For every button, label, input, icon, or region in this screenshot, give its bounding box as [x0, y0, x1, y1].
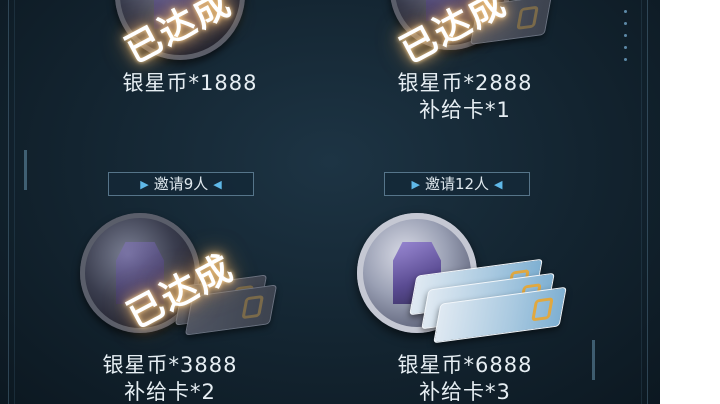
arrow-left-icon: ◀ [494, 178, 503, 191]
dot-decoration [624, 10, 628, 70]
reward-text-line-2: 补给卡*2 [124, 380, 216, 404]
reward-text-line-2: 补给卡*1 [419, 98, 511, 122]
reward-text-line-1: 银星币*6888 [397, 353, 533, 377]
requirement-text: 邀请12人 [424, 175, 490, 193]
arrow-right-icon: ▶ [140, 178, 149, 191]
left-side-decoration [24, 150, 27, 190]
reward-text-line-2: 补给卡*3 [419, 380, 511, 404]
arrow-right-icon: ▶ [411, 178, 420, 191]
requirement-text: 邀请9人 [153, 175, 209, 193]
requirement-tag: ▶ 邀请12人 ◀ [384, 172, 530, 196]
arrow-left-icon: ◀ [213, 178, 222, 191]
reward-text-line-1: 银星币*3888 [102, 353, 238, 377]
requirement-tag: ▶ 邀请9人 ◀ [108, 172, 254, 196]
right-side-decoration [592, 340, 595, 380]
reward-text-line-1: 银星币*2888 [397, 71, 533, 95]
reward-text-line-1: 银星币*1888 [122, 71, 258, 95]
invite-rewards-panel: 已达成 银星币*1888 已达成 银星币*2888 补给卡*1 ▶ 邀请9人 ◀ ▶… [0, 0, 660, 404]
panel-inner-frame [14, 0, 642, 404]
